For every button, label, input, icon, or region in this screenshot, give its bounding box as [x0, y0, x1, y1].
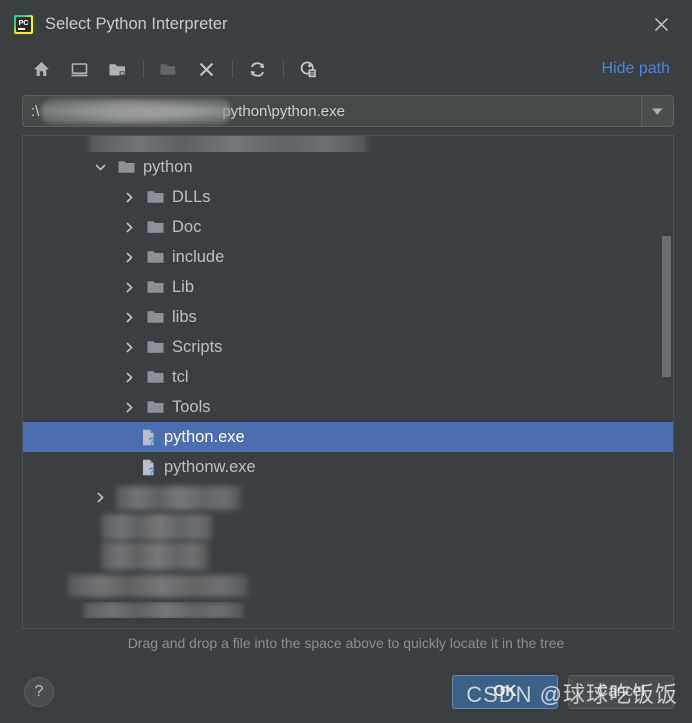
tree-row-label: python: [143, 157, 193, 176]
tree-row-pythonw-exe[interactable]: ? pythonw.exe: [23, 452, 673, 482]
tree-row-include[interactable]: include: [23, 242, 673, 272]
tree-row-label: pythonw.exe: [164, 457, 256, 476]
tree-row-dlls[interactable]: DLLs: [23, 182, 673, 212]
chevron-right-icon[interactable]: [121, 369, 138, 386]
redacted-label: [101, 514, 213, 540]
drag-drop-hint: Drag and drop a file into the space abov…: [127, 635, 565, 651]
tree-row-python-exe[interactable]: ? python.exe: [23, 422, 673, 452]
desktop-icon[interactable]: [64, 54, 94, 84]
tree-row-label: include: [172, 247, 225, 266]
chevron-right-icon[interactable]: [121, 399, 138, 416]
new-folder-icon[interactable]: [153, 54, 183, 84]
tree-row-libs[interactable]: libs: [23, 302, 673, 332]
tree-row-label: Scripts: [172, 337, 223, 356]
folder-icon: [147, 400, 164, 414]
chevron-right-icon[interactable]: [92, 489, 109, 506]
toolbar-separator: [143, 60, 144, 78]
path-redaction: [41, 99, 231, 124]
redacted-label: [68, 575, 248, 597]
tree-row-doc[interactable]: Doc: [23, 212, 673, 242]
refresh-icon[interactable]: [242, 54, 272, 84]
chevron-right-icon[interactable]: [121, 249, 138, 266]
show-hidden-icon[interactable]: [293, 54, 323, 84]
chevron-right-icon[interactable]: [121, 189, 138, 206]
toolbar: Hide path: [0, 48, 692, 90]
tree-row-tcl[interactable]: tcl: [23, 362, 673, 392]
tree-row-tools[interactable]: Tools: [23, 392, 673, 422]
tree-scrollbar[interactable]: [662, 138, 671, 626]
pycharm-icon: PC: [14, 14, 33, 34]
tree-row[interactable]: [23, 542, 673, 572]
tree-row-label: python.exe: [164, 427, 245, 446]
chevron-right-icon[interactable]: [121, 279, 138, 296]
tree-row[interactable]: [23, 512, 673, 542]
tree-row-label: tcl: [172, 367, 189, 386]
folder-icon: [118, 160, 135, 174]
path-dropdown-button[interactable]: [642, 95, 674, 127]
file-tree-panel[interactable]: python DLLs Doc include Lib libs Scripts…: [22, 135, 674, 629]
chevron-right-icon[interactable]: [121, 309, 138, 326]
project-folder-icon[interactable]: [102, 54, 132, 84]
chevron-down-icon[interactable]: [92, 159, 109, 176]
cancel-button[interactable]: Cancel: [568, 675, 674, 709]
tree-row[interactable]: [23, 136, 673, 152]
svg-text:?: ?: [148, 436, 155, 446]
folder-icon: [147, 250, 164, 264]
tree-scrollbar-thumb[interactable]: [662, 235, 671, 378]
unknown-file-icon: ?: [141, 429, 157, 448]
delete-icon[interactable]: [191, 54, 221, 84]
path-prefix: :\: [31, 102, 40, 120]
folder-icon: [147, 340, 164, 354]
unknown-file-icon: ?: [141, 459, 157, 478]
chevron-right-icon[interactable]: [121, 219, 138, 236]
redacted-label: [83, 602, 243, 618]
toolbar-separator: [283, 60, 284, 78]
redacted-label: [116, 486, 241, 510]
folder-icon: [147, 280, 164, 294]
ok-button[interactable]: OK: [452, 675, 558, 709]
folder-icon: [147, 190, 164, 204]
title-bar: PC Select Python Interpreter: [0, 0, 692, 48]
home-icon[interactable]: [26, 54, 56, 84]
chevron-right-icon[interactable]: [121, 339, 138, 356]
close-icon[interactable]: [644, 7, 678, 41]
tree-row-label: libs: [172, 307, 197, 326]
folder-icon: [147, 220, 164, 234]
path-row: :\ python\python.exe: [0, 90, 692, 127]
redacted-label: [101, 542, 209, 570]
dialog-button-bar: ? OK Cancel: [0, 661, 692, 723]
help-button[interactable]: ?: [24, 677, 54, 707]
svg-text:?: ?: [148, 466, 155, 476]
path-input[interactable]: :\ python\python.exe: [22, 95, 642, 127]
tree-row-label: Doc: [172, 217, 202, 236]
tree-row-label: Tools: [172, 397, 211, 416]
tree-row[interactable]: [23, 482, 673, 512]
folder-icon: [147, 310, 164, 324]
folder-icon: [147, 370, 164, 384]
file-tree: python DLLs Doc include Lib libs Scripts…: [23, 136, 673, 628]
tree-row-python[interactable]: python: [23, 152, 673, 182]
hide-path-link[interactable]: Hide path: [602, 60, 671, 78]
path-value: python\python.exe: [222, 102, 345, 120]
toolbar-separator: [232, 60, 233, 78]
redacted-label: [89, 136, 367, 152]
tree-row-label: Lib: [172, 277, 195, 296]
tree-row[interactable]: [23, 572, 673, 602]
window-title: Select Python Interpreter: [45, 14, 228, 33]
tree-row-scripts[interactable]: Scripts: [23, 332, 673, 362]
tree-row-lib[interactable]: Lib: [23, 272, 673, 302]
chevron-down-icon: [652, 108, 663, 115]
tree-row[interactable]: [23, 602, 673, 618]
tree-row-label: DLLs: [172, 187, 211, 206]
